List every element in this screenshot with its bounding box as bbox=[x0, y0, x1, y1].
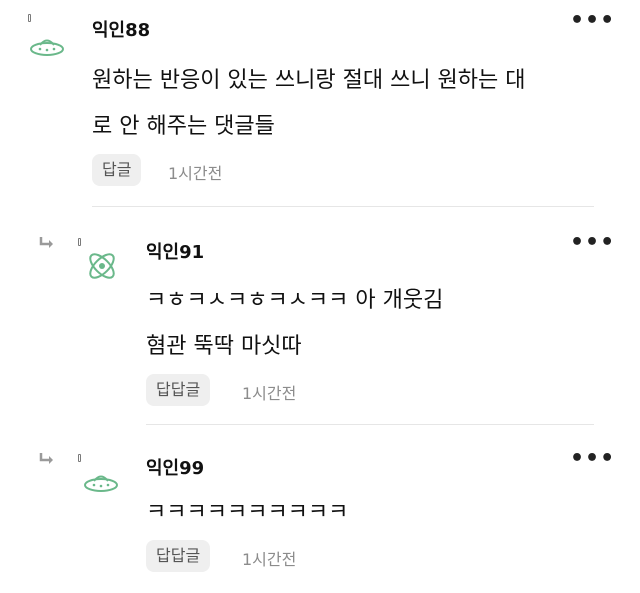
comment-text-line: 로 안 해주는 댓글들 bbox=[92, 114, 275, 139]
marker-icon bbox=[78, 454, 81, 462]
more-options-icon[interactable]: ••• bbox=[570, 10, 615, 32]
reply-arrow-icon bbox=[39, 453, 53, 464]
ufo-icon bbox=[84, 475, 118, 492]
marker-icon bbox=[28, 14, 31, 22]
timestamp: 1시간전 bbox=[242, 550, 297, 569]
comment-text-line: 혐관 뚝딱 마싯따 bbox=[146, 334, 302, 359]
atom-icon bbox=[89, 253, 115, 279]
nickname[interactable]: 익인99 bbox=[146, 454, 204, 480]
timestamp: 1시간전 bbox=[242, 384, 297, 403]
reply-button[interactable]: 답답글 bbox=[146, 374, 211, 406]
reply-arrow-icon bbox=[39, 237, 53, 248]
comment-item: 익인88 ••• 원하는 반응이 있는 쓰니랑 절대 쓰니 원하는 대 로 안 … bbox=[0, 0, 640, 207]
comment-text-line: 원하는 반응이 있는 쓰니랑 절대 쓰니 원하는 대 bbox=[92, 68, 526, 93]
more-options-icon[interactable]: ••• bbox=[570, 232, 615, 254]
nickname[interactable]: 익인91 bbox=[146, 238, 204, 264]
nickname[interactable]: 익인88 bbox=[92, 16, 150, 42]
reply-comment-item: 익인91 ••• ㅋㅎㅋㅅㅋㅎㅋㅅㅋㅋ 아 개웃김 혐관 뚝딱 마싯따 답답글 … bbox=[0, 220, 640, 425]
marker-icon bbox=[78, 238, 81, 246]
divider bbox=[146, 424, 594, 425]
reply-comment-item: 익인99 ••• ㅋㅋㅋㅋㅋㅋㅋㅋㅋㅋ 답답글 1시간전 bbox=[0, 436, 640, 593]
more-options-icon[interactable]: ••• bbox=[570, 448, 615, 470]
timestamp: 1시간전 bbox=[168, 164, 223, 183]
divider bbox=[92, 206, 594, 207]
comment-text-line: ㅋㅋㅋㅋㅋㅋㅋㅋㅋㅋ bbox=[146, 500, 349, 525]
reply-button[interactable]: 답글 bbox=[92, 154, 142, 186]
ufo-icon bbox=[30, 39, 64, 56]
reply-button[interactable]: 답답글 bbox=[146, 540, 211, 572]
comment-text-line: ㅋㅎㅋㅅㅋㅎㅋㅅㅋㅋ 아 개웃김 bbox=[146, 288, 444, 313]
